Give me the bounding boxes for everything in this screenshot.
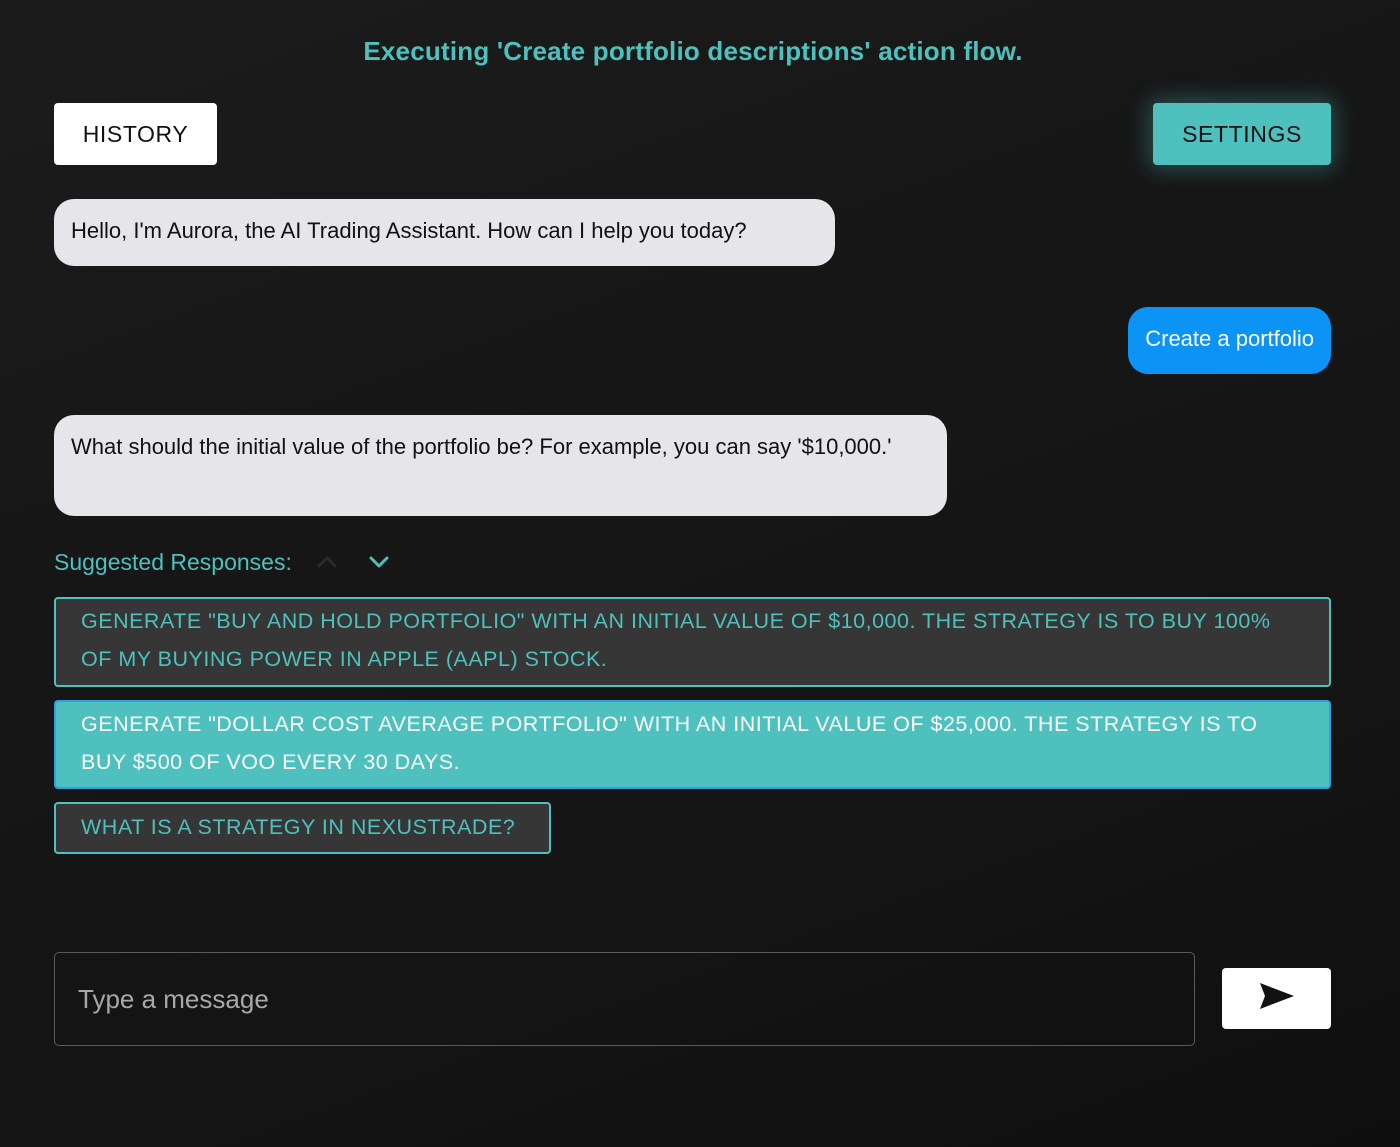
chevron-up-icon[interactable] <box>314 549 340 575</box>
suggested-response-dollar-cost-average[interactable]: Generate "Dollar Cost Average Portfolio"… <box>54 700 1331 789</box>
send-button[interactable] <box>1222 968 1331 1029</box>
message-input[interactable] <box>54 952 1195 1046</box>
action-flow-title: Executing 'Create portfolio descriptions… <box>363 36 1023 66</box>
suggested-responses-label: Suggested Responses: <box>54 548 292 575</box>
assistant-message-greeting: Hello, I'm Aurora, the AI Trading Assist… <box>54 199 835 266</box>
history-button[interactable]: HISTORY <box>54 103 217 165</box>
send-icon <box>1257 980 1297 1017</box>
settings-button[interactable]: SETTINGS <box>1153 103 1331 165</box>
user-message: Create a portfolio <box>1128 307 1331 374</box>
suggested-response-buy-and-hold[interactable]: Generate "Buy and Hold Portfolio" with a… <box>54 597 1331 687</box>
suggested-response-what-is-strategy[interactable]: What is a strategy in NexusTrade? <box>54 802 551 854</box>
assistant-message-question: What should the initial value of the por… <box>54 415 947 516</box>
chevron-down-icon[interactable] <box>366 549 392 575</box>
suggested-responses-header: Suggested Responses: <box>54 545 392 579</box>
